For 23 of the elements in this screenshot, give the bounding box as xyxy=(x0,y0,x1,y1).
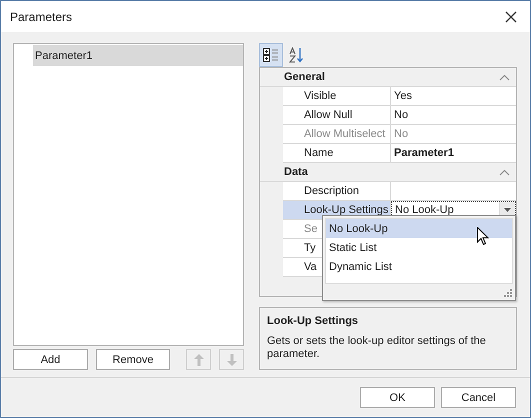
close-icon xyxy=(505,10,517,22)
description-title: Look-Up Settings xyxy=(267,315,360,327)
mouse-pointer-icon xyxy=(477,227,489,246)
up-arrow-icon xyxy=(194,354,204,366)
dropdown-option[interactable]: No Look-Up xyxy=(326,219,512,238)
description-text: Gets or sets the look-up editor settings of the parameter. xyxy=(267,335,487,361)
ok-button[interactable]: OK xyxy=(360,387,435,408)
sort-alphabetical-icon xyxy=(289,47,305,63)
remove-button[interactable]: Remove xyxy=(96,349,170,370)
down-arrow-icon xyxy=(226,354,236,366)
property-value[interactable]: Yes xyxy=(391,87,516,105)
resize-grip-icon[interactable] xyxy=(504,289,512,297)
property-value[interactable]: No xyxy=(391,106,516,124)
property-value[interactable]: Parameter1 xyxy=(391,144,516,162)
categorized-view-icon xyxy=(263,47,279,63)
window-title: Parameters xyxy=(10,10,72,24)
collapse-icon[interactable] xyxy=(499,74,510,80)
add-button[interactable]: Add xyxy=(13,349,88,370)
caret-icon xyxy=(504,208,511,212)
categorized-view-button[interactable] xyxy=(259,43,283,67)
collapse-icon[interactable] xyxy=(499,168,510,176)
cancel-button[interactable]: Cancel xyxy=(441,387,516,408)
parameter-item[interactable]: Parameter1 xyxy=(33,45,243,66)
